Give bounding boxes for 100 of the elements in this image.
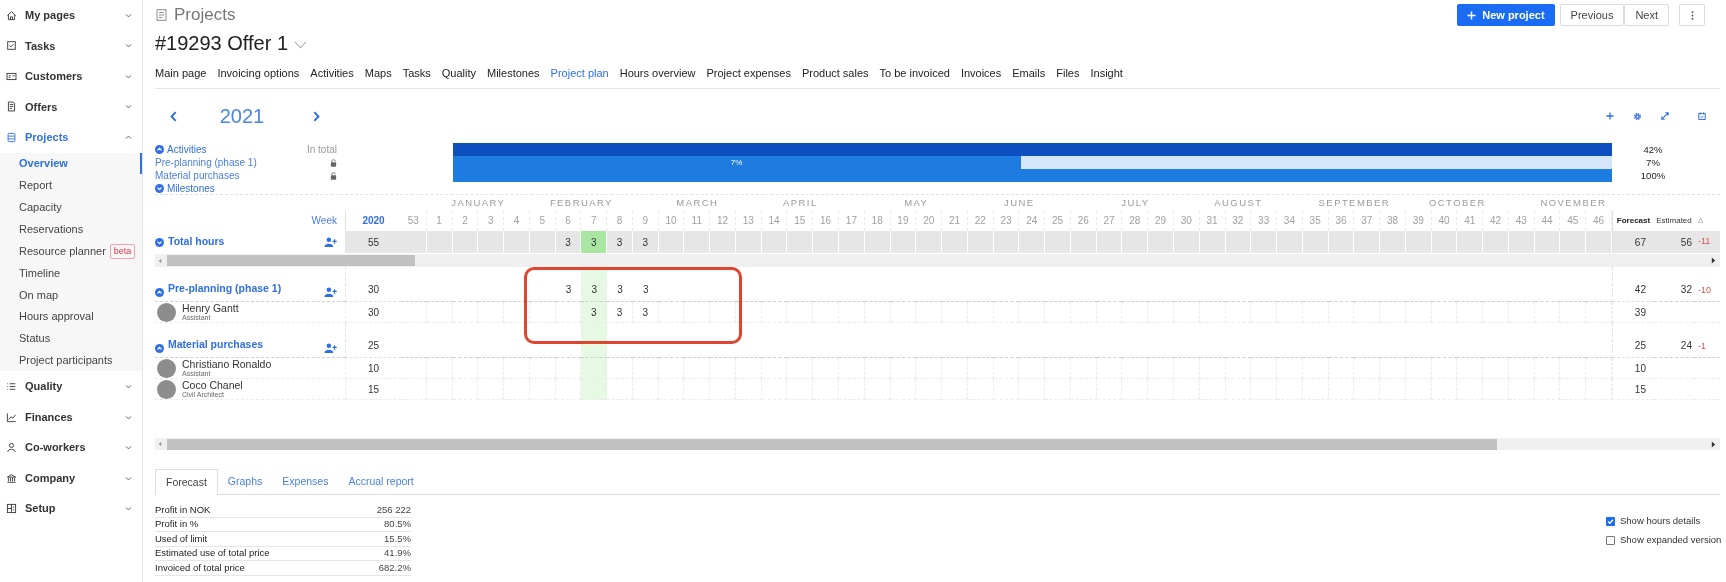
horizontal-scrollbar[interactable]	[155, 438, 1720, 450]
arrow-right-icon[interactable]	[1711, 257, 1716, 264]
tab[interactable]: Accrual report	[338, 469, 424, 494]
submenu-item[interactable]: Report	[0, 174, 142, 197]
hour-cell: 3	[632, 231, 659, 253]
difference-cell-text: -11	[1697, 235, 1712, 249]
grid-cell	[787, 302, 814, 323]
tab[interactable]: Invoices	[960, 64, 1002, 82]
grid-cell	[890, 302, 917, 323]
tab[interactable]: Forecast	[155, 469, 218, 495]
grid-icon	[6, 503, 17, 515]
sidebar-item[interactable]: Company	[0, 462, 142, 494]
submenu-item[interactable]: Reservations	[0, 218, 142, 241]
settings-icon[interactable]	[1633, 111, 1642, 121]
add-person-icon[interactable]	[324, 237, 337, 247]
sidebar-item[interactable]: Projects	[0, 122, 142, 153]
sidebar-item[interactable]: Finances	[0, 401, 142, 433]
scrollbar-thumb[interactable]	[167, 438, 1497, 450]
grid-cell	[607, 358, 633, 379]
submenu-item[interactable]: Status	[0, 327, 142, 350]
grid-cell	[839, 358, 865, 379]
tab[interactable]: Product sales	[801, 64, 869, 82]
submenu-item[interactable]: Capacity	[0, 196, 142, 219]
scrollbar-thumb[interactable]	[167, 255, 415, 266]
section-link[interactable]: Activities	[167, 142, 207, 157]
expand-icon[interactable]	[1661, 112, 1669, 120]
submenu-item[interactable]: Resource planner beta	[0, 240, 142, 262]
tab[interactable]: Files	[1056, 64, 1080, 82]
submenu-item[interactable]: On map	[0, 283, 142, 306]
tab[interactable]: Activities	[310, 64, 354, 82]
activity-link[interactable]: Material purchases	[155, 168, 240, 183]
chevron-left-icon[interactable]	[170, 110, 177, 122]
submenu-item[interactable]: Project participants	[0, 349, 142, 372]
submenu-item[interactable]: Hours approval	[0, 305, 142, 328]
checkbox-label[interactable]: Show expanded version	[1620, 533, 1722, 548]
sidebar-item[interactable]: Co-workers	[0, 432, 142, 463]
tab[interactable]: Expenses	[272, 469, 339, 494]
grid-cell	[1586, 358, 1612, 379]
year-label: 2021	[218, 104, 266, 129]
row-title[interactable]: Material purchases	[168, 337, 264, 353]
sidebar-item[interactable]: Quality	[0, 371, 142, 402]
grid-cell	[1483, 358, 1509, 379]
arrow-left-icon[interactable]	[158, 441, 162, 447]
nav-button[interactable]: Next	[1624, 4, 1669, 26]
column-label: In total	[306, 143, 337, 157]
nav-button[interactable]: Previous	[1559, 4, 1625, 26]
activity-link[interactable]: Pre-planning (phase 1)	[155, 155, 257, 170]
sidebar-item[interactable]: Tasks	[0, 30, 142, 61]
tab[interactable]: To be invoiced	[879, 64, 950, 82]
row-title[interactable]: Pre-planning (phase 1)	[168, 281, 282, 297]
project-title: #19293 Offer 1	[155, 31, 289, 56]
tab[interactable]: Quality	[441, 64, 476, 82]
tab[interactable]: Hours overview	[619, 64, 696, 82]
sidebar-item[interactable]: My pages	[0, 0, 142, 31]
grid-cell	[1405, 358, 1432, 379]
month-label: JULY	[1120, 196, 1151, 210]
grid-cell	[581, 379, 608, 400]
submenu-item[interactable]: Timeline	[0, 261, 142, 284]
sidebar-item[interactable]: Offers	[0, 91, 142, 122]
toggle-icon[interactable]	[155, 184, 164, 193]
checkbox[interactable]	[1606, 536, 1615, 545]
toggle-icon[interactable]	[155, 145, 164, 154]
section-link[interactable]: Milestones	[167, 181, 215, 196]
grid-cell	[1328, 302, 1355, 323]
hour-cell: 3	[607, 231, 633, 253]
horizontal-scrollbar[interactable]	[155, 254, 1720, 267]
metric-value: 15.5%	[384, 531, 411, 546]
tab[interactable]: Milestones	[487, 64, 540, 82]
toggle-icon[interactable]	[155, 288, 164, 297]
chevron-right-icon[interactable]	[313, 110, 320, 122]
metric-value: 256 222	[376, 502, 411, 517]
tab[interactable]: Tasks	[402, 64, 431, 82]
add-person-icon[interactable]	[324, 343, 337, 353]
sidebar-item[interactable]: Customers	[0, 61, 142, 92]
grid-cell	[1045, 302, 1071, 323]
tab[interactable]: Graphs	[217, 469, 273, 494]
tab[interactable]: Project plan	[550, 64, 609, 82]
forecast-cell: 10	[1612, 358, 1654, 379]
tab[interactable]: Insight	[1090, 64, 1123, 82]
new-project-button[interactable]: New project	[1457, 4, 1555, 26]
grid-cell	[529, 358, 556, 379]
toggle-icon[interactable]	[155, 344, 164, 353]
row-title[interactable]: Total hours	[168, 234, 225, 250]
tab[interactable]: Emails	[1012, 64, 1046, 82]
arrow-left-icon[interactable]	[158, 257, 162, 264]
tab[interactable]: Invoicing options	[217, 64, 300, 82]
tab[interactable]: Project expenses	[706, 64, 791, 82]
checkbox[interactable]	[1606, 517, 1615, 526]
grid-cell	[1096, 358, 1123, 379]
tab[interactable]: Main page	[155, 64, 207, 82]
plus-icon[interactable]	[1606, 112, 1614, 120]
arrow-right-icon[interactable]	[1711, 440, 1716, 448]
add-person-icon[interactable]	[324, 287, 337, 297]
checkbox-label[interactable]: Show hours details	[1620, 514, 1701, 529]
toggle-icon[interactable]	[155, 237, 164, 247]
grid-cell	[1225, 358, 1252, 379]
submenu-item[interactable]: Overview	[0, 152, 142, 175]
calendar-icon[interactable]	[1698, 112, 1706, 120]
sidebar-item[interactable]: Setup	[0, 493, 142, 524]
tab[interactable]: Maps	[364, 64, 392, 82]
